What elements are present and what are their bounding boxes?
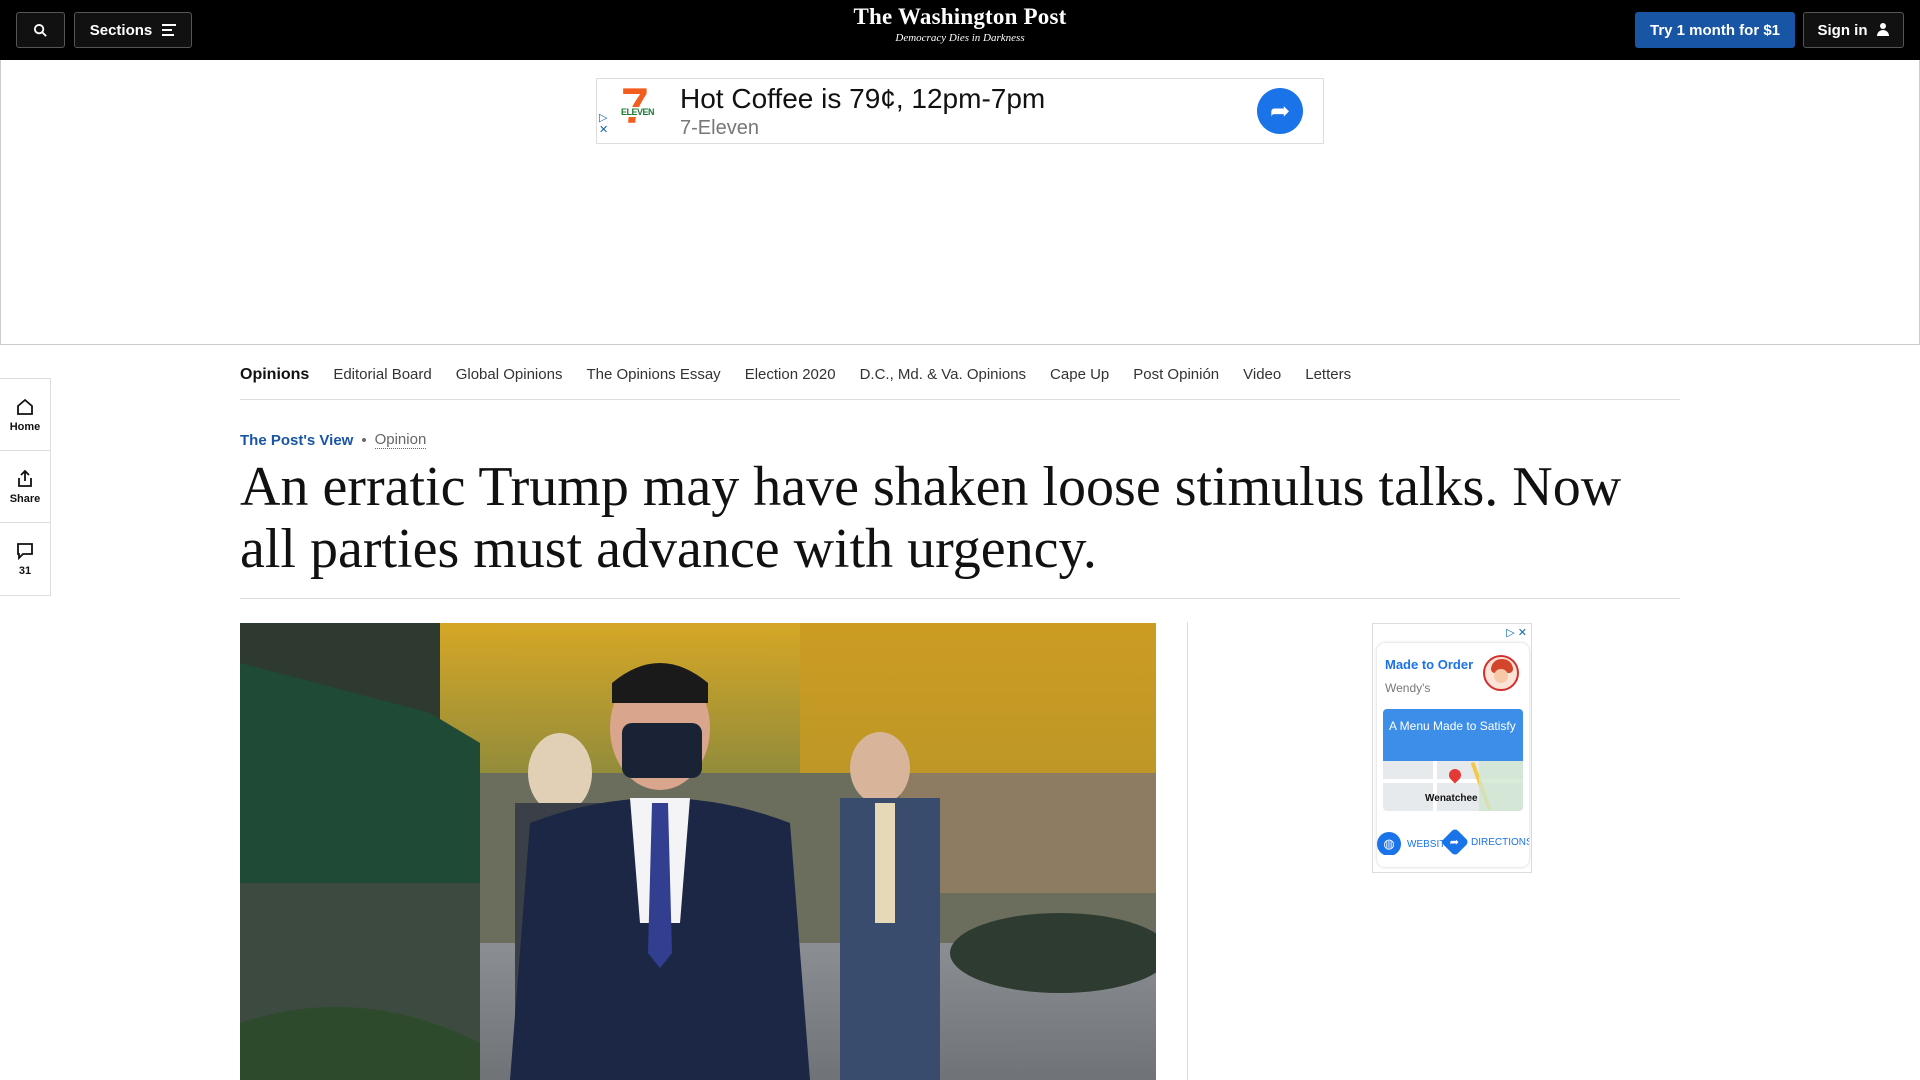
ad-website-button[interactable]: ◍ WEBSITE xyxy=(1377,832,1452,855)
article-headline: An erratic Trump may have shaken loose s… xyxy=(240,456,1622,580)
search-button[interactable] xyxy=(16,12,65,48)
nav-local-opinions[interactable]: D.C., Md. & Va. Opinions xyxy=(860,366,1026,383)
nav-letters[interactable]: Letters xyxy=(1305,366,1351,383)
site-logo[interactable]: The Washington Post xyxy=(760,4,1160,30)
nav-editorial-board[interactable]: Editorial Board xyxy=(333,366,431,383)
directions-label: DIRECTIONS xyxy=(1471,836,1529,848)
comments-count: 31 xyxy=(18,565,32,577)
nav-opinions[interactable]: Opinions xyxy=(240,366,309,384)
article-photo[interactable] xyxy=(240,623,1156,1080)
adchoices-icon[interactable]: ▷ ✕ xyxy=(1506,626,1527,639)
comments-button[interactable]: 31 xyxy=(0,523,50,595)
ad-title[interactable]: Made to Order xyxy=(1385,657,1473,672)
sections-label: Sections xyxy=(89,21,153,39)
home-icon xyxy=(17,398,33,415)
sign-in-label: Sign in xyxy=(1817,21,1868,39)
ad-map[interactable]: Wenatchee xyxy=(1383,761,1523,811)
ad-directions-button[interactable]: ➦ DIRECTIONS xyxy=(1440,827,1529,855)
user-icon xyxy=(1876,23,1890,37)
home-button[interactable]: Home xyxy=(0,379,50,451)
directions-icon: ➦ xyxy=(1440,827,1470,855)
subscribe-button[interactable]: Try 1 month for $1 xyxy=(1635,12,1795,48)
nav-opinions-essay[interactable]: The Opinions Essay xyxy=(586,366,720,383)
share-icon xyxy=(18,469,32,487)
nav-cape-up[interactable]: Cape Up xyxy=(1050,366,1109,383)
nav-global-opinions[interactable]: Global Opinions xyxy=(456,366,563,383)
headline-divider xyxy=(240,598,1680,599)
kicker-label[interactable]: The Post's View xyxy=(240,432,353,449)
section-navigation: Opinions Editorial Board Global Opinions… xyxy=(240,350,1680,400)
wendys-logo xyxy=(1483,655,1519,691)
share-button[interactable]: Share xyxy=(0,451,50,523)
sections-button[interactable]: Sections xyxy=(74,12,192,48)
left-rail: Home Share 31 xyxy=(0,378,51,596)
ad-directions-icon[interactable]: ➦ xyxy=(1257,88,1303,134)
kicker-separator: • xyxy=(361,431,367,449)
ad-promo[interactable]: A Menu Made to Satisfy xyxy=(1383,709,1523,761)
map-label: Wenatchee xyxy=(1425,793,1478,804)
search-icon xyxy=(33,23,47,37)
site-tagline: Democracy Dies in Darkness xyxy=(895,32,1025,44)
logo-seven: 7 xyxy=(621,78,649,134)
home-label: Home xyxy=(9,420,41,433)
sidebar-ad[interactable]: ▷ ✕ Made to Order Wendy's A Menu Made to… xyxy=(1372,623,1532,873)
masthead[interactable]: The Washington Post Democracy Dies in Da… xyxy=(760,4,1160,44)
column-divider xyxy=(1187,622,1188,1080)
sign-in-button[interactable]: Sign in xyxy=(1803,12,1904,48)
menu-icon xyxy=(162,21,177,39)
ad-advertiser: 7-Eleven xyxy=(680,117,759,139)
opinion-label[interactable]: Opinion xyxy=(374,431,427,449)
article-kicker: The Post's View • Opinion xyxy=(240,431,427,449)
nav-post-opinion[interactable]: Post Opinión xyxy=(1133,366,1219,383)
adchoices-icon[interactable]: ▷ ✕ xyxy=(599,112,608,136)
logo-eleven: ELEVEN xyxy=(621,107,655,117)
share-label: Share xyxy=(9,492,41,505)
seven-eleven-logo: 7 ELEVEN xyxy=(621,81,659,137)
globe-icon: ◍ xyxy=(1377,832,1401,855)
ad-advertiser: Wendy's xyxy=(1385,681,1431,695)
nav-video[interactable]: Video xyxy=(1243,366,1281,383)
top-navigation-bar: Sections The Washington Post Democracy D… xyxy=(0,0,1920,60)
nav-election-2020[interactable]: Election 2020 xyxy=(745,366,836,383)
top-banner-ad[interactable]: ▷ ✕ 7 ELEVEN Hot Coffee is 79¢, 12pm-7pm … xyxy=(596,78,1324,144)
ad-card[interactable]: Made to Order Wendy's A Menu Made to Sat… xyxy=(1377,643,1529,867)
comment-icon xyxy=(17,543,33,561)
ad-headline[interactable]: Hot Coffee is 79¢, 12pm-7pm xyxy=(680,83,1045,115)
photo-illustration xyxy=(240,623,1156,1080)
ad-actions: ◍ WEBSITE ➦ DIRECTIONS xyxy=(1377,825,1529,855)
